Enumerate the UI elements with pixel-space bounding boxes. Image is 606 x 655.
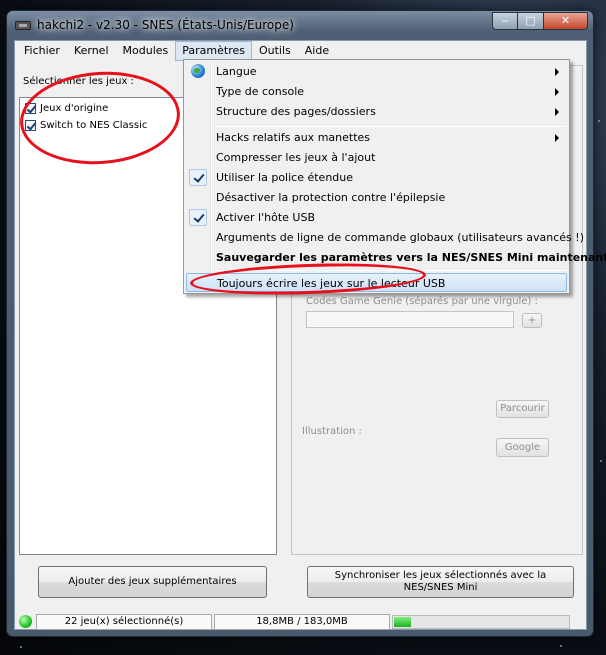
menu-item-hote-usb[interactable]: Activer l'hôte USB xyxy=(186,208,567,227)
genie-codes-label: Codes Game Genie (séparés par une virgul… xyxy=(306,296,538,307)
menu-aide[interactable]: Aide xyxy=(298,41,336,61)
menu-item-type-console[interactable]: Type de console xyxy=(186,82,567,101)
game-label: Switch to NES Classic xyxy=(40,120,148,131)
sync-button[interactable]: Synchroniser les jeux sélectionnés avec … xyxy=(307,566,574,598)
menu-item-label: Compresser les jeux à l'ajout xyxy=(216,151,376,164)
menu-separator xyxy=(214,270,566,271)
star xyxy=(600,460,602,462)
add-games-button[interactable]: Ajouter des jeux supplémentaires xyxy=(38,566,267,598)
illustration-label: Illustration : xyxy=(302,426,362,437)
menu-item-structure[interactable]: Structure des pages/dossiers xyxy=(186,102,567,121)
star xyxy=(598,120,600,122)
game-checkbox[interactable] xyxy=(25,120,36,131)
menu-item-police-etendue[interactable]: Utiliser la police étendue xyxy=(186,168,567,187)
menu-item-label: Type de console xyxy=(216,85,305,98)
menu-item-hacks-manettes[interactable]: Hacks relatifs aux manettes xyxy=(186,128,567,147)
menu-fichier[interactable]: Fichier xyxy=(17,41,67,61)
menu-item-label: Arguments de ligne de commande globaux (… xyxy=(216,231,584,244)
menu-outils[interactable]: Outils xyxy=(252,41,298,61)
star xyxy=(20,646,22,648)
google-button[interactable]: Google xyxy=(496,438,549,457)
check-icon xyxy=(189,209,207,226)
minimize-button[interactable]: ‒ xyxy=(492,12,518,30)
games-group-label: Sélectionner les jeux : xyxy=(23,76,134,87)
submenu-arrow-icon xyxy=(555,108,559,116)
maximize-button[interactable]: □ xyxy=(518,12,544,30)
close-button[interactable]: ✕ xyxy=(544,12,588,30)
menu-item-arguments[interactable]: Arguments de ligne de commande globaux (… xyxy=(186,228,584,247)
menu-item-label: Utiliser la police étendue xyxy=(216,171,354,184)
menu-item-compresser[interactable]: Compresser les jeux à l'ajout xyxy=(186,148,567,167)
menu-item-label: Langue xyxy=(216,65,257,78)
check-icon xyxy=(189,169,207,186)
status-bar: 22 jeu(x) sélectionné(s) 18,8MB / 183,0M… xyxy=(15,613,586,630)
app-icon xyxy=(15,21,31,30)
menu-item-label: Désactiver la protection contre l'épilep… xyxy=(216,191,446,204)
menu-item-sauvegarder[interactable]: Sauvegarder les paramètres vers la NES/S… xyxy=(186,248,606,267)
game-label: Jeux d'origine xyxy=(40,103,109,114)
menu-item-label: Structure des pages/dossiers xyxy=(216,105,376,118)
menu-item-ecrire-usb[interactable]: Toujours écrire les jeux sur le lecteur … xyxy=(186,273,567,292)
menu-item-label: Activer l'hôte USB xyxy=(216,211,315,224)
genie-add-button[interactable]: + xyxy=(522,313,542,328)
menu-item-label: Toujours écrire les jeux sur le lecteur … xyxy=(217,277,446,290)
storage-progress xyxy=(392,614,570,629)
progress-fill xyxy=(394,616,411,627)
menu-parametres[interactable]: Paramètres xyxy=(175,41,252,61)
game-checkbox[interactable] xyxy=(25,103,36,114)
menu-item-epilepsie[interactable]: Désactiver la protection contre l'épilep… xyxy=(186,188,567,207)
selected-count: 22 jeu(x) sélectionné(s) xyxy=(36,613,212,630)
menu-item-label: Sauvegarder les paramètres vers la NES/S… xyxy=(216,251,606,264)
settings-dropdown: Langue Type de console Structure des pag… xyxy=(183,59,606,294)
menu-bar: Fichier Kernel Modules Paramètres Outils… xyxy=(15,41,586,61)
menu-item-label: Hacks relatifs aux manettes xyxy=(216,131,371,144)
storage-size: 18,8MB / 183,0MB xyxy=(214,613,390,630)
window-controls: ‒ □ ✕ xyxy=(492,12,588,30)
window-title: hakchi2 - v2.30 - SNES (États-Unis/Europ… xyxy=(37,18,294,32)
menu-modules[interactable]: Modules xyxy=(116,41,176,61)
globe-icon xyxy=(191,64,205,78)
title-bar[interactable]: hakchi2 - v2.30 - SNES (États-Unis/Europ… xyxy=(7,11,593,39)
genie-codes-input[interactable] xyxy=(306,311,514,328)
status-led-icon xyxy=(19,615,32,628)
menu-separator xyxy=(214,126,566,127)
star xyxy=(560,645,562,647)
submenu-arrow-icon xyxy=(555,134,559,142)
menu-item-langue[interactable]: Langue xyxy=(186,62,567,81)
submenu-arrow-icon xyxy=(555,68,559,76)
submenu-arrow-icon xyxy=(555,88,559,96)
browse-button[interactable]: Parcourir xyxy=(496,400,549,418)
menu-kernel[interactable]: Kernel xyxy=(67,41,116,61)
